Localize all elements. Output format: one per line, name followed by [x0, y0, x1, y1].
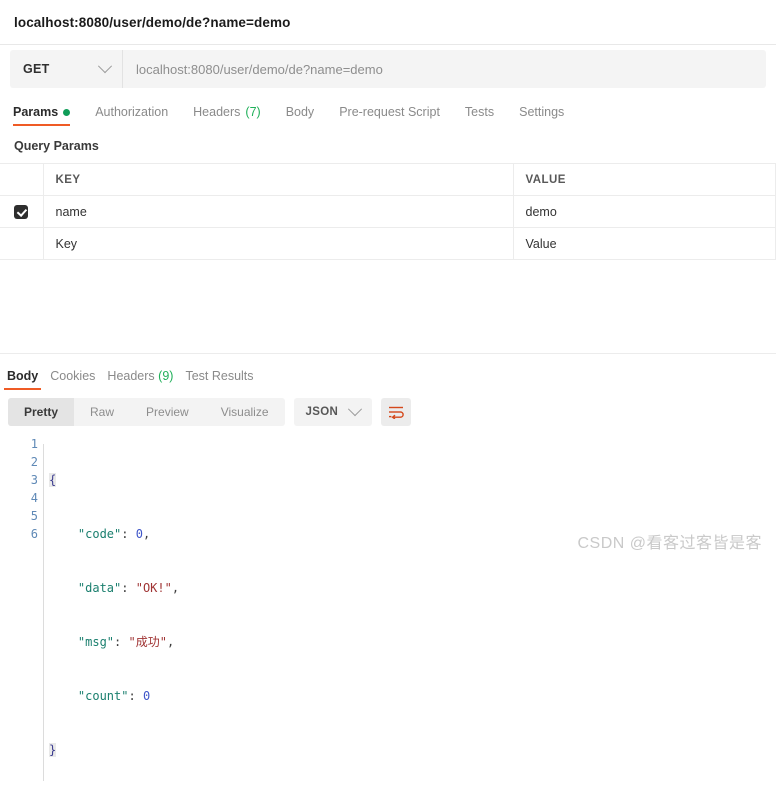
line-number: 6	[30, 527, 38, 541]
json-value-code: 0	[135, 527, 143, 541]
json-open-brace: {	[49, 473, 57, 487]
view-mode-raw[interactable]: Raw	[74, 398, 130, 426]
response-tab-test-results[interactable]: Test Results	[185, 369, 253, 390]
row-key-input[interactable]: name	[43, 195, 514, 228]
line-number: 4	[30, 491, 38, 505]
response-viewer-toolbar: Pretty Raw Preview Visualize JSON	[0, 390, 776, 426]
empty-row-key-input[interactable]: Key	[43, 227, 514, 260]
response-format-select[interactable]: JSON	[293, 398, 373, 426]
response-tab-headers[interactable]: Headers (9)	[107, 369, 173, 390]
tab-headers-label: Headers	[193, 105, 241, 119]
code-line: "count": 0	[77, 689, 151, 703]
response-tab-body-label: Body	[7, 369, 39, 383]
code-fold-rail[interactable]	[38, 435, 49, 795]
chevron-down-icon	[347, 402, 363, 417]
line-number: 3	[30, 473, 38, 487]
view-mode-preview[interactable]: Preview	[130, 398, 205, 426]
json-value-count: 0	[142, 689, 151, 703]
response-tab-headers-count: (9)	[158, 369, 174, 383]
tab-headers[interactable]: Headers (7)	[193, 105, 274, 126]
tab-settings-label: Settings	[519, 105, 565, 119]
word-wrap-icon	[389, 406, 404, 419]
tab-settings[interactable]: Settings	[519, 105, 577, 126]
window-title-bar: localhost:8080/user/demo/de?name=demo	[0, 0, 776, 44]
response-tab-headers-label: Headers	[107, 369, 155, 383]
line-number-gutter: 1 2 3 4 5 6	[0, 435, 38, 795]
json-key-count: "count"	[77, 689, 129, 703]
column-header-value: VALUE	[513, 163, 776, 196]
line-number: 5	[30, 509, 38, 523]
tab-authorization[interactable]: Authorization	[95, 105, 181, 126]
column-header-key: KEY	[43, 163, 514, 196]
json-close-brace: }	[49, 743, 57, 757]
tab-body[interactable]: Body	[286, 105, 328, 126]
row-checkbox-checked-icon[interactable]	[14, 204, 29, 219]
code-line: "data": "OK!",	[77, 581, 180, 595]
view-mode-visualize[interactable]: Visualize	[205, 398, 285, 426]
page-title: localhost:8080/user/demo/de?name=demo	[14, 14, 291, 30]
chevron-down-icon	[97, 59, 113, 74]
line-number: 1	[30, 437, 38, 451]
row-value-input[interactable]: demo	[513, 195, 776, 228]
request-url-row: GET localhost:8080/user/demo/de?name=dem…	[0, 45, 776, 94]
json-key-msg: "msg"	[77, 635, 115, 649]
code-line: }	[49, 741, 776, 759]
json-value-msg: "成功"	[128, 635, 167, 649]
http-method-label: GET	[23, 62, 50, 76]
tab-pre-request-script[interactable]: Pre-request Script	[339, 105, 453, 126]
response-tab-body[interactable]: Body	[3, 369, 42, 390]
response-body-viewer[interactable]: 1 2 3 4 5 6 { "code": 0, "data": "OK!", …	[0, 426, 776, 795]
empty-row-value-input[interactable]: Value	[513, 227, 776, 260]
json-code-content: { "code": 0, "data": "OK!", "msg": "成功",…	[49, 435, 776, 795]
tab-tests-label: Tests	[464, 105, 495, 119]
url-input[interactable]: localhost:8080/user/demo/de?name=demo	[123, 50, 766, 88]
params-modified-dot-icon	[63, 108, 71, 116]
tab-params-label: Params	[13, 105, 59, 119]
line-number: 2	[30, 455, 38, 469]
url-input-value: localhost:8080/user/demo/de?name=demo	[136, 61, 383, 77]
params-response-spacer	[0, 260, 776, 353]
response-tabs: Body Cookies Headers (9) Test Results	[0, 357, 776, 390]
http-method-select[interactable]: GET	[10, 50, 123, 88]
watermark: CSDN @看客过客皆是客	[577, 535, 762, 552]
query-params-table: KEY VALUE name demo Key Value	[0, 163, 776, 260]
table-row: name demo	[0, 195, 776, 228]
view-mode-pretty[interactable]: Pretty	[8, 398, 75, 426]
select-all-column	[0, 163, 44, 196]
response-tab-cookies[interactable]: Cookies	[50, 369, 95, 390]
tab-headers-count: (7)	[245, 105, 261, 119]
response-tab-test-results-label: Test Results	[185, 369, 254, 383]
word-wrap-button[interactable]	[381, 398, 412, 426]
tab-pre-request-script-label: Pre-request Script	[339, 105, 440, 119]
query-params-heading: Query Params	[14, 139, 99, 153]
json-key-code: "code"	[77, 527, 122, 541]
response-format-label: JSON	[305, 406, 339, 418]
tab-params[interactable]: Params	[13, 105, 83, 126]
response-pane-divider	[0, 353, 776, 354]
json-value-data: "OK!"	[135, 581, 172, 595]
tab-body-label: Body	[285, 105, 315, 119]
empty-row-checkbox-cell[interactable]	[0, 227, 44, 260]
response-tab-cookies-label: Cookies	[50, 369, 96, 383]
table-header-row: KEY VALUE	[0, 163, 776, 196]
view-mode-segmented-control: Pretty Raw Preview Visualize	[8, 398, 285, 426]
json-key-data: "data"	[77, 581, 122, 595]
table-row-empty: Key Value	[0, 227, 776, 260]
request-tabs: Params Authorization Headers (7) Body Pr…	[0, 94, 776, 126]
code-line: "msg": "成功",	[77, 635, 175, 649]
tab-authorization-label: Authorization	[95, 105, 169, 119]
row-checkbox-cell[interactable]	[0, 195, 44, 228]
tab-tests[interactable]: Tests	[465, 105, 507, 126]
code-line: {	[49, 471, 776, 489]
